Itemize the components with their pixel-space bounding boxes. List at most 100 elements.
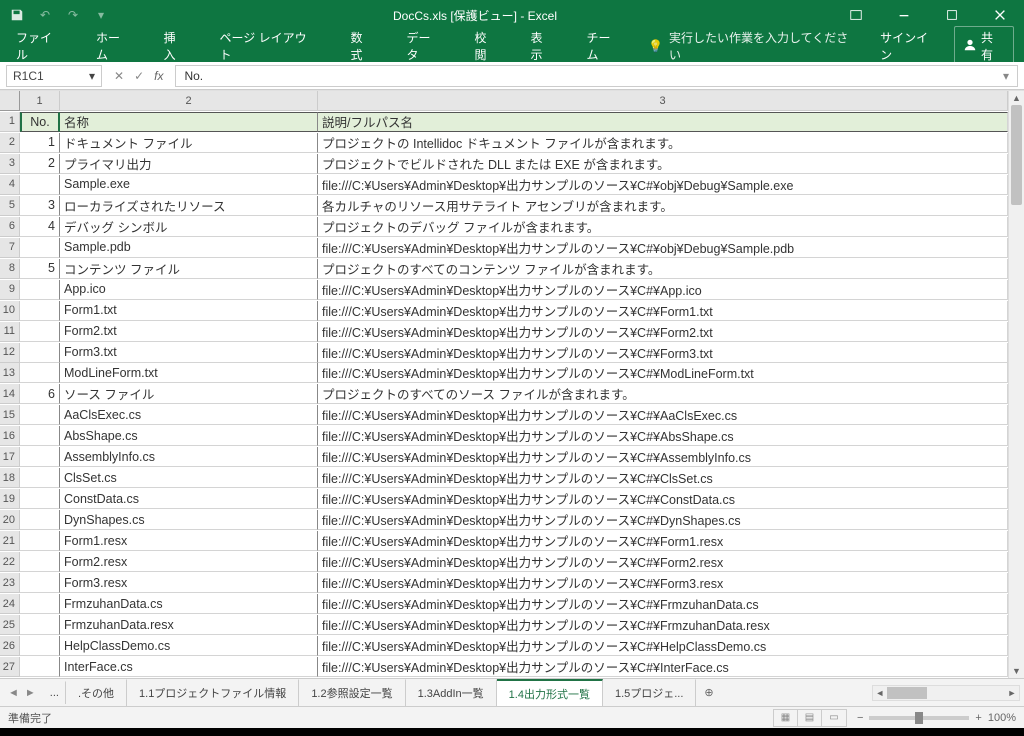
row-header-19[interactable]: 19: [0, 489, 20, 509]
cell-name[interactable]: AssemblyInfo.cs: [60, 447, 318, 467]
cell-name[interactable]: Form2.resx: [60, 552, 318, 572]
ribbon-tab-file[interactable]: ファイル: [10, 25, 70, 67]
row-header-5[interactable]: 5: [0, 196, 20, 216]
sheet-tab-more[interactable]: ...: [44, 681, 66, 704]
cell-no[interactable]: [20, 489, 60, 509]
sheet-tab[interactable]: .その他: [66, 679, 127, 707]
cell-name[interactable]: HelpClassDemo.cs: [60, 636, 318, 656]
cell-name[interactable]: ソース ファイル: [60, 384, 318, 404]
cell-desc[interactable]: 各カルチャのリソース用サテライト アセンブリが含まれます。: [318, 196, 1008, 216]
row-header-11[interactable]: 11: [0, 322, 20, 342]
cell-no[interactable]: [20, 343, 60, 363]
cell-no[interactable]: 3: [20, 196, 60, 216]
cell-name[interactable]: プライマリ出力: [60, 154, 318, 174]
sheet-tab[interactable]: 1.3AddIn一覧: [406, 679, 497, 707]
ribbon-tab-data[interactable]: データ: [401, 25, 449, 67]
cell-desc[interactable]: file:///C:¥Users¥Admin¥Desktop¥出力サンプルのソー…: [318, 405, 1008, 425]
cell-name[interactable]: FrmzuhanData.resx: [60, 615, 318, 635]
row-header-17[interactable]: 17: [0, 447, 20, 467]
cell-desc[interactable]: file:///C:¥Users¥Admin¥Desktop¥出力サンプルのソー…: [318, 238, 1008, 258]
cell-desc[interactable]: file:///C:¥Users¥Admin¥Desktop¥出力サンプルのソー…: [318, 615, 1008, 635]
scroll-right-icon[interactable]: ►: [1005, 688, 1019, 698]
zoom-value[interactable]: 100%: [988, 712, 1016, 724]
name-box[interactable]: R1C1 ▾: [6, 65, 102, 87]
row-header-8[interactable]: 8: [0, 259, 20, 279]
sheet-nav-next-icon[interactable]: ►: [23, 685, 38, 701]
sheet-tab[interactable]: 1.1プロジェクトファイル情報: [127, 679, 299, 707]
cell-name[interactable]: DynShapes.cs: [60, 510, 318, 530]
cell-name[interactable]: Form3.txt: [60, 343, 318, 363]
cell-desc[interactable]: file:///C:¥Users¥Admin¥Desktop¥出力サンプルのソー…: [318, 552, 1008, 572]
scroll-left-icon[interactable]: ◄: [873, 688, 887, 698]
ribbon-tab-formulas[interactable]: 数式: [345, 25, 381, 67]
view-pagelayout-icon[interactable]: ▤: [798, 710, 822, 726]
cell-no[interactable]: 5: [20, 259, 60, 279]
row-header-10[interactable]: 10: [0, 301, 20, 321]
share-button[interactable]: 共有: [954, 26, 1014, 66]
fx-icon[interactable]: fx: [154, 69, 163, 83]
row-header-27[interactable]: 27: [0, 657, 20, 677]
ribbon-display-icon[interactable]: [836, 2, 876, 28]
cell-no[interactable]: 1: [20, 133, 60, 153]
ribbon-tab-home[interactable]: ホーム: [90, 25, 138, 67]
cell-no[interactable]: [20, 238, 60, 258]
ribbon-tab-insert[interactable]: 挿入: [158, 25, 194, 67]
cell-name[interactable]: コンテンツ ファイル: [60, 259, 318, 279]
cell-desc[interactable]: file:///C:¥Users¥Admin¥Desktop¥出力サンプルのソー…: [318, 175, 1008, 195]
cell-no[interactable]: [20, 447, 60, 467]
ribbon-tab-team[interactable]: チーム: [580, 25, 628, 67]
sheet-tab[interactable]: 1.5プロジェ...: [603, 679, 696, 707]
cell-name[interactable]: ClsSet.cs: [60, 468, 318, 488]
cell-desc[interactable]: file:///C:¥Users¥Admin¥Desktop¥出力サンプルのソー…: [318, 489, 1008, 509]
cell-name[interactable]: ローカライズされたリソース: [60, 196, 318, 216]
cell-desc[interactable]: file:///C:¥Users¥Admin¥Desktop¥出力サンプルのソー…: [318, 280, 1008, 300]
add-sheet-button[interactable]: ⊕: [696, 681, 721, 704]
cell-name[interactable]: AaClsExec.cs: [60, 405, 318, 425]
cell-no[interactable]: [20, 636, 60, 656]
cell-no[interactable]: [20, 552, 60, 572]
cell-desc[interactable]: プロジェクトでビルドされた DLL または EXE が含まれます。: [318, 154, 1008, 174]
cell-no[interactable]: [20, 301, 60, 321]
cell-desc[interactable]: プロジェクトのすべてのコンテンツ ファイルが含まれます。: [318, 259, 1008, 279]
cell-desc[interactable]: プロジェクトのすべてのソース ファイルが含まれます。: [318, 384, 1008, 404]
row-header-1[interactable]: 1: [0, 112, 20, 132]
row-header-24[interactable]: 24: [0, 594, 20, 614]
scroll-thumb[interactable]: [1011, 105, 1022, 205]
horizontal-scrollbar[interactable]: ◄ ►: [872, 685, 1020, 701]
row-header-2[interactable]: 2: [0, 133, 20, 153]
cell-no[interactable]: [20, 280, 60, 300]
minimize-icon[interactable]: [884, 2, 924, 28]
cell-desc[interactable]: file:///C:¥Users¥Admin¥Desktop¥出力サンプルのソー…: [318, 594, 1008, 614]
row-header-22[interactable]: 22: [0, 552, 20, 572]
cell-desc-header[interactable]: 説明/フルパス名: [318, 112, 1008, 132]
row-header-15[interactable]: 15: [0, 405, 20, 425]
cell-name[interactable]: Form2.txt: [60, 322, 318, 342]
cell-no[interactable]: 4: [20, 217, 60, 237]
ribbon-tab-review[interactable]: 校閲: [469, 25, 505, 67]
cell-no[interactable]: [20, 615, 60, 635]
enter-icon[interactable]: ✓: [134, 69, 144, 83]
view-normal-icon[interactable]: ▦: [774, 710, 798, 726]
cell-no[interactable]: [20, 531, 60, 551]
cell-no[interactable]: [20, 510, 60, 530]
row-header-13[interactable]: 13: [0, 363, 20, 383]
formula-input[interactable]: No. ▾: [175, 65, 1018, 87]
row-header-26[interactable]: 26: [0, 636, 20, 656]
cell-name[interactable]: ドキュメント ファイル: [60, 133, 318, 153]
row-header-21[interactable]: 21: [0, 531, 20, 551]
row-header-6[interactable]: 6: [0, 217, 20, 237]
zoom-out-icon[interactable]: −: [857, 712, 863, 724]
select-all-corner[interactable]: [0, 91, 20, 111]
cell-name[interactable]: ModLineForm.txt: [60, 363, 318, 383]
row-header-25[interactable]: 25: [0, 615, 20, 635]
ribbon-tab-view[interactable]: 表示: [524, 25, 560, 67]
cell-desc[interactable]: file:///C:¥Users¥Admin¥Desktop¥出力サンプルのソー…: [318, 636, 1008, 656]
cell-no[interactable]: [20, 322, 60, 342]
col-header-3[interactable]: 3: [318, 91, 1008, 111]
cell-name[interactable]: AbsShape.cs: [60, 426, 318, 446]
cell-desc[interactable]: file:///C:¥Users¥Admin¥Desktop¥出力サンプルのソー…: [318, 531, 1008, 551]
hscroll-thumb[interactable]: [887, 687, 927, 699]
row-header-18[interactable]: 18: [0, 468, 20, 488]
sheet-tab[interactable]: 1.4出力形式一覧: [497, 679, 603, 707]
sheet-tab[interactable]: 1.2参照設定一覧: [299, 679, 405, 707]
